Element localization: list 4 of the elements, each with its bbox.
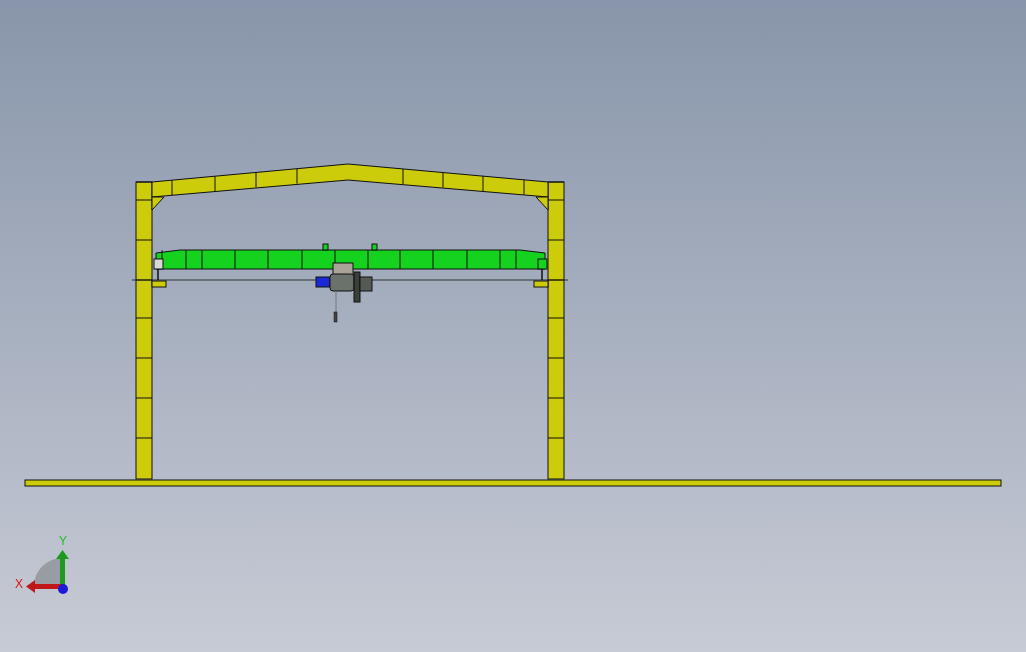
y-axis-label: Y	[59, 534, 67, 548]
x-axis-label: X	[15, 577, 23, 591]
axis-triad-drawing	[26, 550, 69, 594]
hoist-drawing	[315, 262, 373, 323]
